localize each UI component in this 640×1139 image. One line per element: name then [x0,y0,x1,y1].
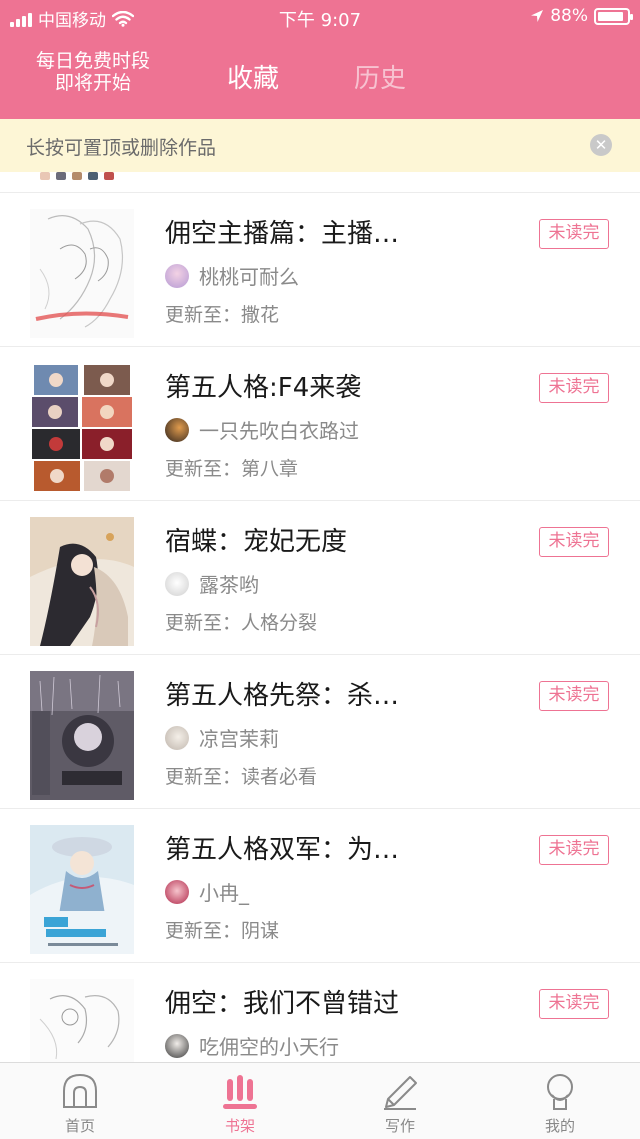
author-name: 吃佣空的小天行 [199,1035,339,1059]
nav-mine[interactable]: 我的 [480,1063,640,1139]
update-prefix: 更新至： [165,920,242,942]
list-item[interactable]: 第五人格先祭：杀… 凉宫茉莉 更新至：读者必看 未读完 [0,655,640,809]
book-update: 更新至：人格分裂 [165,608,317,635]
book-author: 吃佣空的小天行 [165,1031,339,1060]
book-cover [30,825,134,954]
nav-bookshelf-label: 书架 [224,1117,255,1135]
tab-history[interactable]: 历史 [354,58,406,95]
avatar [165,263,189,288]
book-cover [30,363,134,492]
status-right: 88% [530,6,633,26]
update-chapter: 人格分裂 [241,612,318,634]
nav-mine-label: 我的 [544,1117,575,1135]
list-item[interactable]: 佣空主播篇：主播… 桃桃可耐么 更新至：撒花 未读完 [0,193,640,347]
author-name: 露茶哟 [199,573,259,597]
bookshelf-icon [223,1075,257,1109]
book-author: 小冉_ [165,877,249,906]
book-update: 更新至：读者必看 [165,762,317,789]
unread-badge: 未读完 [539,835,609,865]
book-author: 一只先吹白衣路过 [165,415,359,444]
nav-home-label: 首页 [64,1117,95,1135]
unread-badge: 未读完 [539,989,609,1019]
book-title: 宿蝶：宠妃无度 [165,527,348,557]
book-title: 第五人格:F4来袭 [165,373,362,403]
update-prefix: 更新至： [165,612,242,634]
nav-home[interactable]: 首页 [0,1063,160,1139]
author-name: 桃桃可耐么 [199,265,299,289]
tip-text: 长按可置顶或删除作品 [26,137,217,159]
book-title: 佣空主播篇：主播… [165,219,400,249]
author-name: 凉宫茉莉 [199,727,279,751]
list-item[interactable]: 第五人格双军：为… 小冉_ 更新至：阴谋 未读完 [0,809,640,963]
header: 每日免费时段 即将开始 收藏 历史 [0,36,640,119]
list-item[interactable]: 佣空：我们不曾错过 吃佣空的小天行 未读完 [0,963,640,1062]
unread-badge: 未读完 [539,527,609,557]
update-prefix: 更新至： [165,304,242,326]
partial-cover-strip [40,172,114,180]
book-title: 第五人格双军：为… [165,835,400,865]
book-update: 更新至：阴谋 [165,916,279,943]
update-chapter: 读者必看 [241,766,318,788]
avatar [165,417,189,442]
book-cover [30,209,134,338]
update-chapter: 撒花 [241,304,280,326]
tip-bar: 长按可置顶或删除作品 ✕ [0,119,640,172]
battery-icon [594,7,633,25]
book-author: 凉宫茉莉 [165,723,279,752]
avatar [165,1033,189,1058]
promo-line-1: 每日免费时段 [35,50,150,72]
tab-favorites[interactable]: 收藏 [227,58,279,95]
update-chapter: 第八章 [241,458,299,480]
close-icon[interactable]: ✕ [590,134,612,156]
bookshelf-list[interactable]: 佣空主播篇：主播… 桃桃可耐么 更新至：撒花 未读完 第五人格:F4来袭 一只先… [0,172,640,1062]
author-name: 小冉_ [199,881,249,905]
book-title: 佣空：我们不曾错过 [165,989,400,1019]
list-item[interactable]: 第五人格:F4来袭 一只先吹白衣路过 更新至：第八章 未读完 [0,347,640,501]
avatar [165,725,189,750]
book-update: 更新至：撒花 [165,300,279,327]
avatar [165,879,189,904]
list-item[interactable]: 宿蝶：宠妃无度 露茶哟 更新至：人格分裂 未读完 [0,501,640,655]
home-icon [63,1073,97,1108]
book-title: 第五人格先祭：杀… [165,681,400,711]
profile-icon [547,1074,573,1110]
nav-bookshelf[interactable]: 书架 [160,1063,320,1139]
partial-list-item [0,172,640,193]
free-period-promo[interactable]: 每日免费时段 即将开始 [20,50,166,94]
book-author: 露茶哟 [165,569,259,598]
battery-percent: 88% [550,6,588,26]
nav-write-label: 写作 [384,1117,415,1135]
update-prefix: 更新至： [165,458,242,480]
nav-write[interactable]: 写作 [320,1063,480,1139]
avatar [165,571,189,596]
location-arrow-icon [531,10,544,22]
book-cover [30,517,134,646]
book-cover [30,979,134,1062]
book-cover [30,671,134,800]
unread-badge: 未读完 [539,219,609,249]
unread-badge: 未读完 [539,373,609,403]
update-prefix: 更新至： [165,766,242,788]
top-bar: 中国移动 下午 9:07 88% 每日免费时段 即将开始 收藏 历史 [0,0,640,119]
pencil-icon [384,1076,417,1110]
book-author: 桃桃可耐么 [165,261,299,290]
bottom-nav: 首页 书架 写作 我的 [0,1062,640,1139]
status-bar: 中国移动 下午 9:07 88% [0,0,640,36]
update-chapter: 阴谋 [241,920,280,942]
author-name: 一只先吹白衣路过 [199,419,359,443]
book-update: 更新至：第八章 [165,454,298,481]
unread-badge: 未读完 [539,681,609,711]
promo-line-2: 即将开始 [54,72,131,94]
